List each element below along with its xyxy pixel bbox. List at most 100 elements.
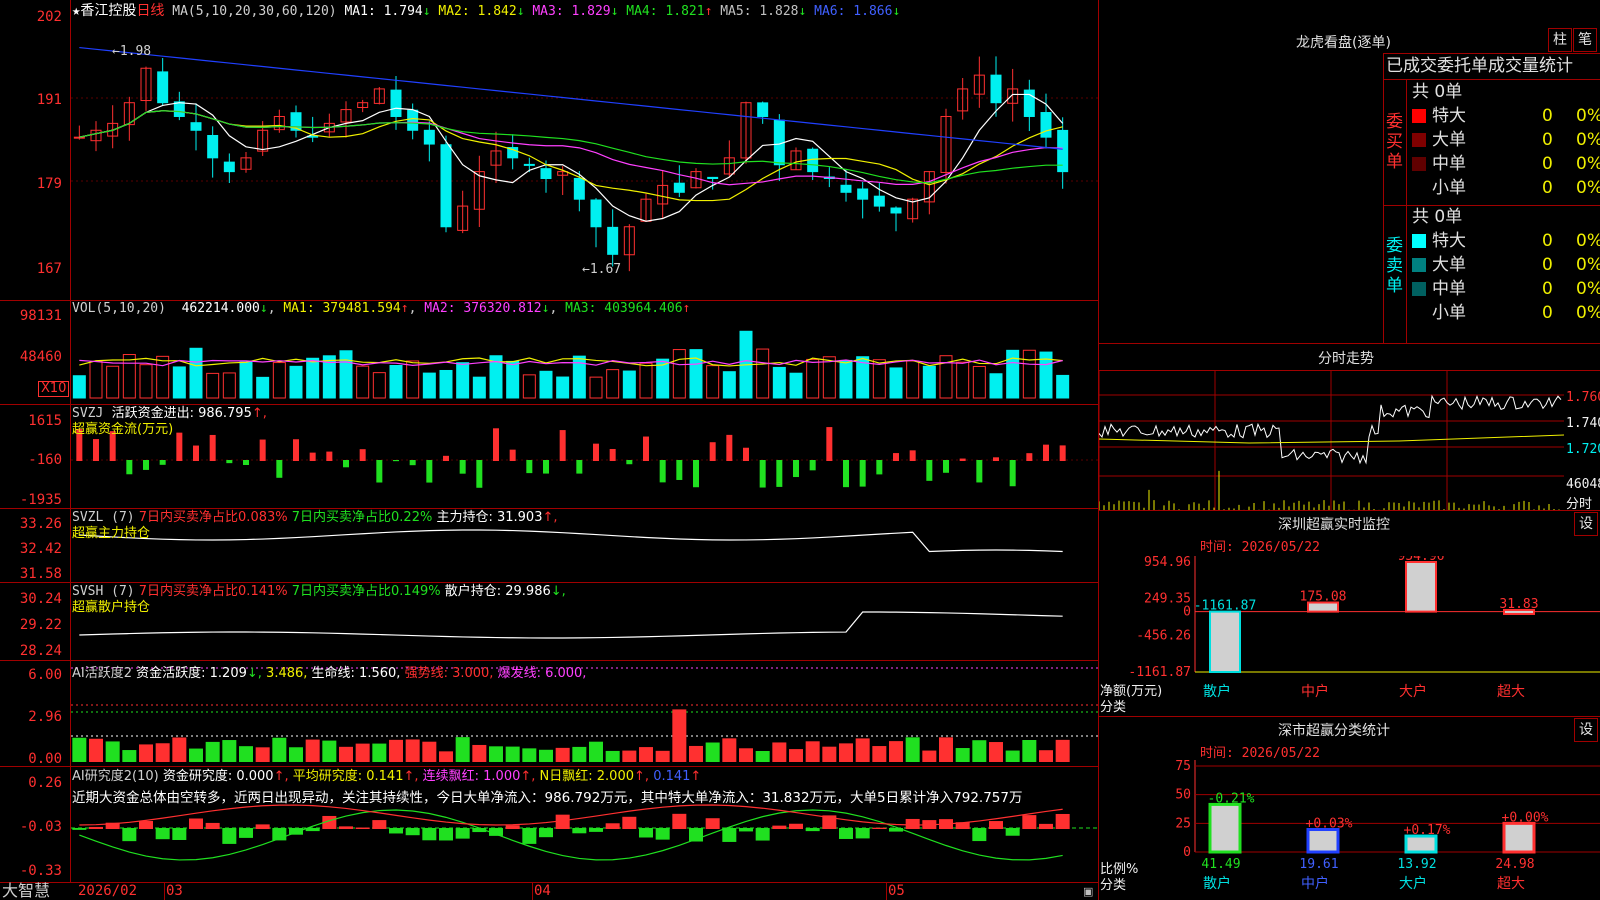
monitor-bar-chart[interactable]: 954.96249.350-456.26-1161.87-1161.87散户17…: [1099, 556, 1600, 716]
ma5-value: MA5: 1.828: [720, 4, 799, 19]
candle-body: [707, 176, 719, 180]
ai-active-bar: [472, 744, 487, 762]
vol-unit-badge[interactable]: X10: [38, 381, 70, 397]
svzj-bar: [876, 460, 883, 475]
ai-active-bar: [189, 748, 203, 762]
monitor-bar: [1405, 561, 1437, 613]
ai-research-bar: [789, 823, 803, 829]
volume-bar: [172, 366, 186, 399]
ai-research-bar: [905, 818, 920, 829]
svzj-bar: [476, 460, 483, 488]
volume-bar: [356, 365, 370, 399]
date-label: 2026/02: [78, 883, 138, 899]
kline-chart-area[interactable]: [71, 0, 1098, 882]
ma4-value: MA4: 1.821: [626, 4, 705, 19]
brand-logo[interactable]: 大智慧: [2, 882, 50, 900]
classify-bar-chart[interactable]: 75 50 25 0 -0.21% 41.49 散户 +0.03% 19.61 中户 +0.17% 1…: [1099, 760, 1600, 900]
candle-body: [590, 199, 602, 228]
ai-active-bar: [222, 740, 237, 762]
svzj-bar: [293, 439, 299, 461]
ai-active-bar: [422, 741, 437, 762]
sell-total: 共 0单: [1412, 207, 1463, 227]
stock-name[interactable]: ★香江控股: [72, 3, 136, 19]
ai-active-bar: [389, 739, 403, 762]
volume-bar: [922, 365, 936, 399]
classify-y-tick: 0: [1183, 845, 1191, 860]
ai-active-bar: [239, 746, 253, 762]
monitor-value-label: 175.08: [1300, 590, 1347, 605]
ai-research-bar: [1055, 813, 1070, 829]
ai-active-bar: [289, 747, 303, 762]
ai-active-bar: [405, 739, 420, 762]
classify-change-label: +0.17%: [1404, 823, 1451, 838]
svsh-tick: 30.24: [19, 591, 62, 607]
candle-body: [423, 129, 435, 145]
ai-research-bar: [72, 828, 87, 830]
price-tick: 167: [36, 261, 62, 277]
lock-icon[interactable]: ▣: [1083, 885, 1093, 898]
volume-bar: [956, 361, 970, 399]
svzj-bar: [809, 460, 816, 471]
classify-category-label: 中户: [1301, 875, 1329, 892]
volume-bar: [239, 361, 253, 399]
ai-research-bar: [722, 828, 737, 842]
ai-active-bar: [639, 747, 653, 762]
volume-bar: [722, 371, 736, 399]
monitor-settings-button[interactable]: 设: [1574, 512, 1598, 536]
intraday-chart[interactable]: [1099, 371, 1564, 510]
svzj-bar: [343, 460, 349, 468]
svsh-tick: 29.22: [19, 617, 62, 633]
ai-active-bar: [855, 738, 870, 762]
volume-bar: [1006, 349, 1020, 399]
volume-bar: [606, 369, 620, 399]
ai-research-bar: [855, 828, 870, 839]
ai-research-bar: [739, 828, 753, 832]
svzj-bar: [743, 447, 749, 461]
volume-bar: [206, 372, 220, 399]
classify-category-label: 超大: [1497, 876, 1525, 892]
vol-ma1-line: [79, 357, 1063, 367]
tick-view-button[interactable]: 笔: [1573, 28, 1597, 52]
volume-bar: [522, 374, 536, 399]
ai-active-bar: [889, 741, 903, 762]
ai-active-tick: 6.00: [28, 667, 62, 683]
ai-research-bar: [422, 828, 437, 841]
ai-active-bar: [355, 743, 370, 762]
classify-settings-button[interactable]: 设: [1574, 718, 1598, 742]
ai-active-bar: [755, 751, 770, 762]
classify-value-label: 41.49: [1201, 857, 1240, 872]
candle-body: [990, 74, 1002, 104]
ai-research-bar: [539, 828, 553, 838]
ai-active-bar: [939, 737, 953, 762]
volume-bar: [972, 365, 986, 399]
monitor-bar: [1209, 610, 1241, 673]
ai-active-bar: [439, 751, 453, 762]
low-price-note: ←1.67: [582, 262, 622, 277]
ai-research-bar: [139, 821, 153, 829]
ai-research-bar: [1022, 815, 1037, 829]
price-tick: 179: [36, 176, 62, 192]
ai-research-bar: [605, 823, 620, 829]
svzj-bar: [143, 460, 149, 470]
svzj-bar: [776, 460, 783, 487]
ai-active-bar: [622, 750, 637, 762]
ai-active-bar: [205, 741, 220, 762]
svzl-panel-header: SVZL (7) 7日内买卖净占比0.083% 7日内买卖净占比0.22% 主力…: [72, 510, 558, 541]
volume-bar: [306, 357, 320, 399]
candle-body: [523, 163, 535, 166]
ai-research-bar: [1039, 823, 1053, 829]
period-label[interactable]: 日线: [136, 3, 164, 19]
ai-research-bar: [255, 824, 270, 829]
svzj-bar: [526, 460, 533, 474]
classify-bar: [1306, 828, 1340, 854]
volume-bar: [89, 360, 103, 399]
ai-active-bar: [555, 747, 570, 762]
bar-view-button[interactable]: 柱: [1548, 28, 1572, 52]
ai-research-bar: [505, 825, 520, 829]
volume-bar: [822, 356, 836, 399]
candle-body: [890, 207, 902, 214]
candle-body: [440, 144, 452, 228]
volume-bar: [122, 354, 136, 399]
candle-body: [673, 182, 685, 193]
intraday-price-line: [1099, 394, 1562, 465]
